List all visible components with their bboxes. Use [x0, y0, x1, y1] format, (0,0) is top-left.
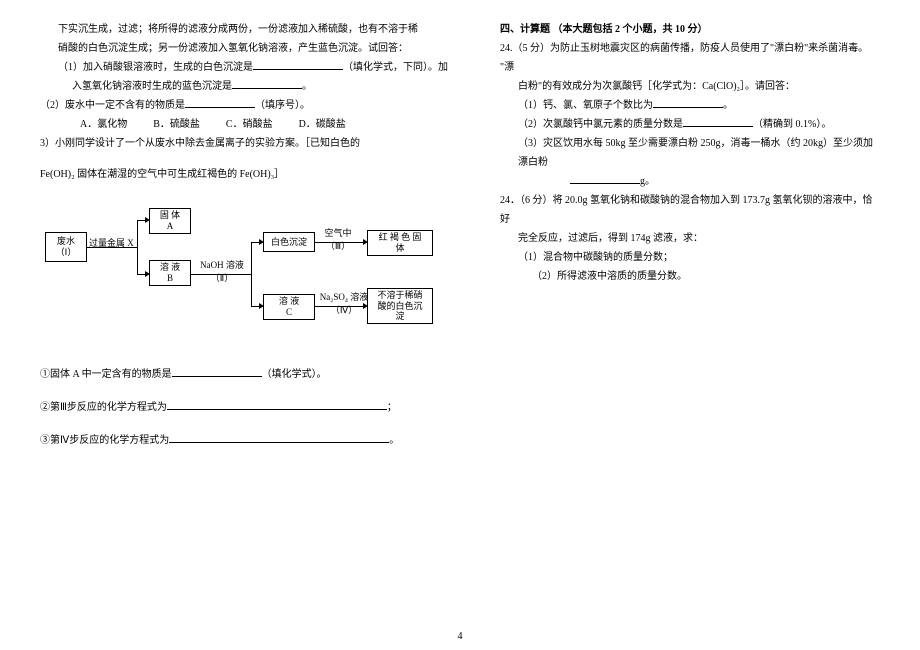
blank [232, 77, 302, 89]
box-red-solid: 红 褐 色 固体 [367, 230, 433, 256]
box-sol-c: 溶 液C [263, 294, 315, 320]
text: （2）废水中一定不含有的物质是 [40, 100, 185, 111]
q24-1: （1）钙、氯、氧原子个数比为 。 [500, 96, 880, 115]
choice-a: A．氯化物 [80, 115, 127, 134]
box-white-precip: 白色沉淀 [263, 232, 315, 252]
page-number: 4 [458, 631, 463, 642]
text: ； [387, 402, 397, 413]
blank [169, 431, 389, 443]
q24-line2: 白粉"的有效成分为次氯酸钙［化学式为：Ca(ClO)₂］。请回答： [500, 77, 880, 96]
text: ②第Ⅲ步反应的化学方程式为 [40, 402, 167, 413]
text: 入氢氧化钠溶液时生成的蓝色沉淀是 [72, 81, 232, 92]
q3: 3）小刚同学设计了一个从废水中除去金属离子的实验方案。［已知白色的 [40, 134, 470, 153]
text: （填序号）。 [255, 100, 310, 111]
flowchart: 废水（Ⅰ） 过量金属 X 固 体A 溶 液B NaOH 溶液（Ⅱ） 白色沉淀 溶… [45, 202, 470, 317]
q25-2: （2）所得滤液中溶质的质量分数。 [500, 267, 880, 286]
blank [167, 398, 387, 410]
box-insoluble: 不溶于稀硝酸的白色沉淀 [367, 288, 433, 324]
text: （2）次氯酸钙中氯元素的质量分数是 [518, 119, 683, 130]
box-sol-b: 溶 液B [149, 260, 191, 286]
blank [570, 172, 640, 184]
blank [185, 96, 255, 108]
text: （精确到 0.1%）。 [753, 119, 831, 130]
blank [172, 365, 262, 377]
a1: ①固体 A 中一定含有的物质是 （填化学式）。 [40, 365, 470, 384]
q24-3: （3）灾区饮用水每 50kg 至少需要漂白粉 250g，消毒一桶水（约 20kg… [500, 134, 880, 172]
choices: A．氯化物 B．硫酸盐 C．硝酸盐 D．碳酸盐 [40, 115, 470, 134]
a2: ②第Ⅲ步反应的化学方程式为 ； [40, 398, 470, 417]
text: （1）钙、氯、氧原子个数比为 [518, 100, 653, 111]
text: ③第Ⅳ步反应的化学方程式为 [40, 435, 169, 446]
q2: （2）废水中一定不含有的物质是 （填序号）。 [40, 96, 470, 115]
text: （1）加入硝酸银溶液时，生成的白色沉淀是 [58, 62, 253, 73]
q1-line2: 入氢氧化钠溶液时生成的蓝色沉淀是 。 [40, 77, 470, 96]
label-naoh: NaOH 溶液（Ⅱ） [195, 258, 249, 284]
q25-line1: 24．（6 分）将 20.0g 氢氧化钠和碳酸钠的混合物加入到 173.7g 氢… [500, 191, 880, 229]
text: 下实沉生成，过滤；将所得的滤液分成两份，一份滤液加入稀硫酸，也有不溶于稀 [40, 20, 470, 39]
a3: ③第Ⅳ步反应的化学方程式为 。 [40, 431, 470, 450]
text: 硝酸的白色沉淀生成；另一份滤液加入氢氧化钠溶液，产生蓝色沉淀。试回答： [40, 39, 470, 58]
text: （填化学式）。 [262, 369, 327, 380]
box-solid-a: 固 体A [149, 208, 191, 234]
text: ①固体 A 中一定含有的物质是 [40, 369, 172, 380]
label-air: 空气中（Ⅲ） [317, 226, 359, 252]
q1-line1: （1）加入硝酸银溶液时，生成的白色沉淀是 （填化学式，下同）。加 [40, 58, 470, 77]
text: 。 [723, 100, 733, 111]
q24-2: （2）次氯酸钙中氯元素的质量分数是 （精确到 0.1%）。 [500, 115, 880, 134]
text: 。 [389, 435, 399, 446]
blank [683, 115, 753, 127]
choice-d: D．碳酸盐 [299, 115, 346, 134]
section-title: 四、计算题 （本大题包括 2 个小题，共 10 分） [500, 20, 880, 39]
choice-b: B．硫酸盐 [153, 115, 200, 134]
q25-line2: 完全反应，过滤后，得到 174g 滤液，求： [500, 229, 880, 248]
choice-c: C．硝酸盐 [226, 115, 273, 134]
blank [653, 96, 723, 108]
note: Fe(OH)₂ 固体在潮湿的空气中可生成红褐色的 Fe(OH)₃］ [40, 165, 470, 184]
text: 。 [302, 81, 312, 92]
text: （填化学式，下同）。加 [343, 62, 448, 73]
blank [253, 58, 343, 70]
text: g。 [640, 176, 655, 187]
box-wastewater: 废水（Ⅰ） [45, 232, 87, 262]
q24-3b: g。 [500, 172, 880, 191]
q25-1: （1）混合物中碳酸钠的质量分数； [500, 248, 880, 267]
q24-line1: 24.（5 分）为防止玉树地震灾区的病菌传播，防疫人员使用了"漂白粉"来杀菌消毒… [500, 39, 880, 77]
